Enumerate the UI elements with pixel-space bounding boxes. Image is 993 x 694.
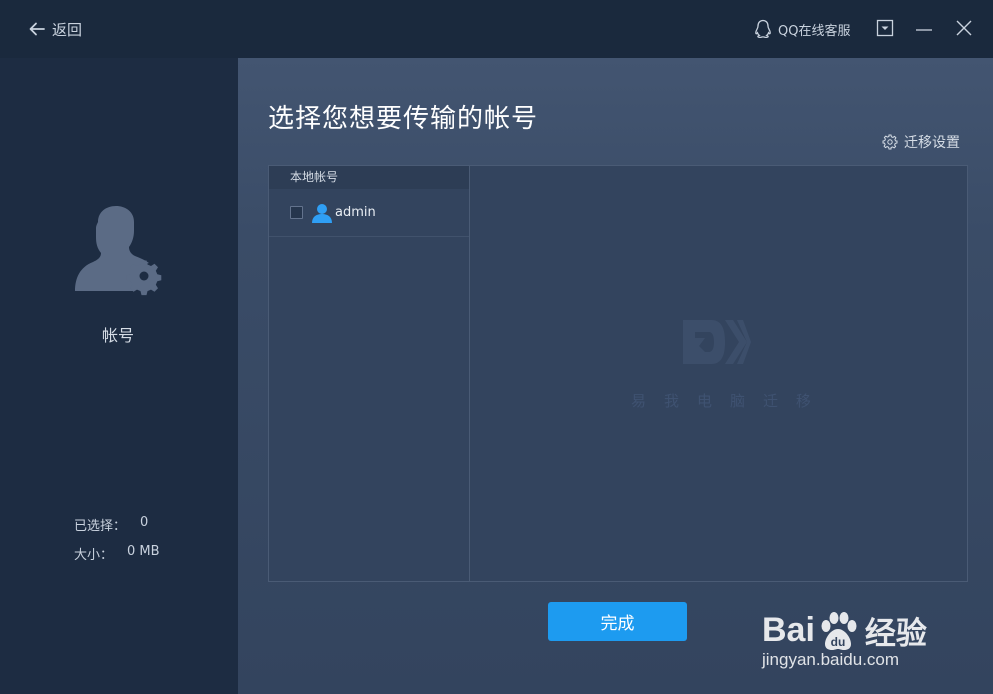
account-checkbox[interactable] xyxy=(290,206,303,219)
account-detail-pane: 易 我 电 脑 迁 移 xyxy=(471,166,967,581)
selected-label: 已选择： xyxy=(74,519,127,534)
qq-service-link[interactable]: QQ在线客服 xyxy=(754,18,850,40)
sidebar: 帐号 已选择： 0 大小： 0 MB xyxy=(0,58,238,694)
selected-value: 0 xyxy=(140,515,149,530)
sidebar-section-label: 帐号 xyxy=(101,326,134,345)
baidu-brand-left: Bai xyxy=(762,611,815,649)
close-icon xyxy=(956,20,972,36)
baidu-paw-icon: du xyxy=(821,611,857,650)
watermark-char: 脑 xyxy=(729,392,745,410)
baidu-watermark: Bai du 经验 jingyan.baidu.com xyxy=(760,586,960,676)
back-label: 返回 xyxy=(52,20,83,39)
qq-penguin-icon xyxy=(755,19,771,39)
list-item[interactable]: admin xyxy=(269,189,469,237)
watermark-char: 移 xyxy=(795,392,811,410)
baidu-brand-mid: du xyxy=(831,635,846,649)
title-bar: 返回 QQ在线客服 xyxy=(0,0,993,58)
finish-button[interactable]: 完成 xyxy=(548,602,687,641)
back-button[interactable]: 返回 xyxy=(28,18,82,40)
account-list: 本地帐号 admin xyxy=(269,166,470,581)
page-title: 选择您想要传输的帐号 xyxy=(268,104,539,134)
minimize-icon xyxy=(916,29,932,31)
account-name: admin xyxy=(335,205,376,220)
user-settings-icon xyxy=(75,206,162,296)
account-selector: 本地帐号 admin 易 我 电 脑 迁 移 xyxy=(268,165,968,582)
size-label: 大小： xyxy=(74,548,114,563)
baidu-brand-right: 经验 xyxy=(864,616,927,652)
list-header: 本地帐号 xyxy=(269,166,469,189)
dropdown-box-icon xyxy=(876,19,894,37)
dropdown-menu-button[interactable] xyxy=(875,18,895,38)
size-value: 0 MB xyxy=(127,544,160,559)
arrow-left-icon xyxy=(29,22,45,36)
size-row: 大小： 0 MB xyxy=(74,544,160,563)
watermark-char: 迁 xyxy=(762,392,778,410)
easeus-logo-icon xyxy=(683,320,751,364)
qq-service-label: QQ在线客服 xyxy=(778,23,851,39)
user-icon xyxy=(312,203,332,223)
migrate-settings-label: 迁移设置 xyxy=(904,135,960,151)
migrate-settings-link[interactable]: 迁移设置 xyxy=(882,132,960,152)
minimize-button[interactable] xyxy=(914,18,934,38)
baidu-url: jingyan.baidu.com xyxy=(762,650,900,669)
watermark-char: 易 xyxy=(631,392,647,410)
watermark-text: 易 我 电 脑 迁 移 xyxy=(631,390,811,411)
baidu-brand: Bai du 经验 xyxy=(762,608,927,653)
selected-count-row: 已选择： 0 xyxy=(74,515,148,534)
gear-icon xyxy=(882,134,898,150)
watermark-char: 我 xyxy=(663,392,679,410)
close-button[interactable] xyxy=(954,18,974,38)
watermark-char: 电 xyxy=(696,392,712,410)
